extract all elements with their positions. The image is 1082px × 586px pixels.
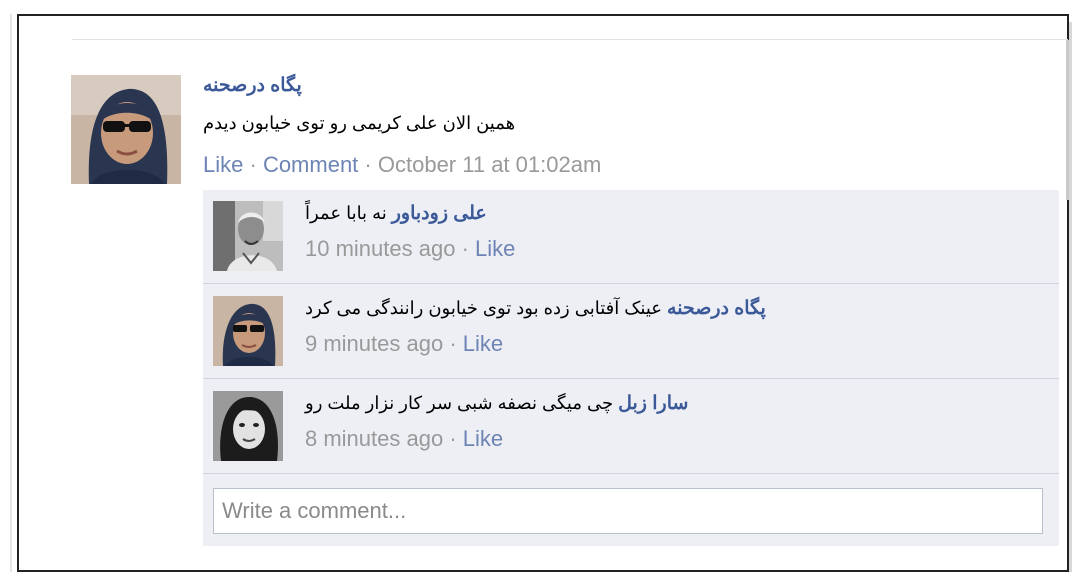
avatar[interactable] xyxy=(213,391,283,461)
comment-body: سارا زبل چی میگی نصفه شبی سر کار نزار مل… xyxy=(305,392,688,415)
like-link[interactable]: Like xyxy=(475,236,515,261)
comment-body: علی زودباور نه بابا عمراً xyxy=(305,202,487,225)
comment-author[interactable]: سارا زبل xyxy=(618,393,688,414)
comment-composer xyxy=(203,476,1059,546)
post-timestamp[interactable]: October 11 at 01:02am xyxy=(378,152,601,177)
comment-author[interactable]: پگاه درصحنه xyxy=(667,298,766,319)
scrollbar[interactable] xyxy=(1066,40,1069,200)
post-author[interactable]: پگاه درصحنه xyxy=(203,74,302,97)
comment-body: پگاه درصحنه عینک آفتابی زده بود توی خیاب… xyxy=(305,297,766,320)
comment-time[interactable]: 8 minutes ago xyxy=(305,426,443,451)
avatar[interactable] xyxy=(213,201,283,271)
avatar[interactable] xyxy=(213,296,283,366)
comment-item: علی زودباور نه بابا عمراً 10 minutes ago… xyxy=(203,190,1059,284)
comment-item: پگاه درصحنه عینک آفتابی زده بود توی خیاب… xyxy=(203,285,1059,379)
post-text: همین الان علی کریمی رو توی خیابون دیدم xyxy=(203,113,516,133)
comment-author[interactable]: علی زودباور xyxy=(392,203,487,224)
comment-meta: 10 minutes ago · Like xyxy=(305,236,515,262)
comment-input[interactable] xyxy=(213,488,1043,534)
comment-time[interactable]: 9 minutes ago xyxy=(305,331,443,356)
comment-text: نه بابا عمراً xyxy=(305,203,387,223)
comment-link[interactable]: Comment xyxy=(263,152,358,177)
separator: · xyxy=(449,426,457,451)
separator: · xyxy=(461,236,469,261)
comments-list: علی زودباور نه بابا عمراً 10 minutes ago… xyxy=(203,190,1059,546)
right-shadow xyxy=(1069,22,1072,572)
like-link[interactable]: Like xyxy=(463,426,503,451)
like-link[interactable]: Like xyxy=(463,331,503,356)
separator: · xyxy=(364,152,372,177)
comment-time[interactable]: 10 minutes ago xyxy=(305,236,455,261)
post-meta: Like · Comment · October 11 at 01:02am xyxy=(203,152,601,178)
separator: · xyxy=(249,152,257,177)
separator: · xyxy=(449,331,457,356)
divider xyxy=(72,39,1068,40)
comment-text: چی میگی نصفه شبی سر کار نزار ملت رو xyxy=(305,393,614,413)
left-rule xyxy=(10,14,12,572)
comment-meta: 9 minutes ago · Like xyxy=(305,331,503,357)
avatar[interactable] xyxy=(71,75,181,184)
comment-text: عینک آفتابی زده بود توی خیابون رانندگی م… xyxy=(305,298,663,318)
comment-item: سارا زبل چی میگی نصفه شبی سر کار نزار مل… xyxy=(203,380,1059,474)
like-link[interactable]: Like xyxy=(203,152,243,177)
comment-meta: 8 minutes ago · Like xyxy=(305,426,503,452)
